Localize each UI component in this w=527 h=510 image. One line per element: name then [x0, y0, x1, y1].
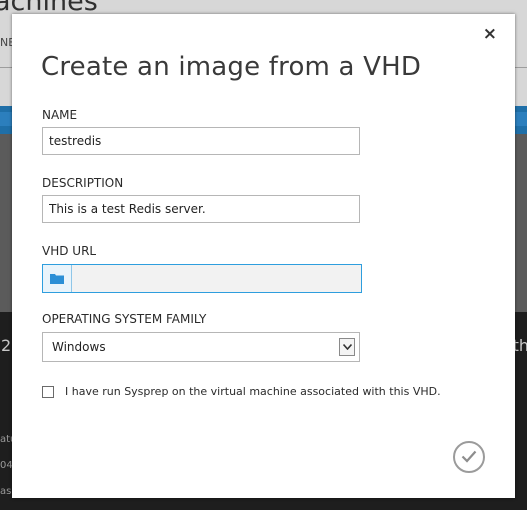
vhd-url-input[interactable]	[72, 265, 361, 292]
os-family-select[interactable]: Windows	[42, 332, 360, 362]
browse-storage-button[interactable]	[43, 265, 72, 292]
vhd-url-field	[42, 264, 362, 293]
chevron-down-icon[interactable]	[339, 338, 355, 356]
sysprep-checkbox[interactable]	[42, 385, 54, 398]
os-family-selected: Windows	[52, 340, 106, 354]
sysprep-row: I have run Sysprep on the virtual machin…	[42, 385, 441, 398]
description-input[interactable]	[42, 195, 360, 223]
background-row-3: as	[0, 486, 12, 497]
sysprep-label[interactable]: I have run Sysprep on the virtual machin…	[65, 385, 441, 398]
os-family-label: OPERATING SYSTEM FAMILY	[42, 312, 207, 326]
vhd-url-label: VHD URL	[42, 244, 97, 258]
name-label: NAME	[42, 108, 78, 122]
folder-icon	[50, 269, 64, 288]
create-image-dialog: × Create an image from a VHD NAME DESCRI…	[12, 14, 515, 498]
checkmark-icon	[461, 448, 477, 467]
description-label: DESCRIPTION	[42, 176, 124, 190]
background-chip-right	[515, 112, 527, 126]
close-button[interactable]: ×	[483, 24, 497, 44]
complete-button[interactable]	[453, 441, 485, 473]
background-left-number: 2	[1, 336, 12, 355]
dialog-title: Create an image from a VHD	[41, 52, 422, 82]
background-chip-left	[0, 112, 12, 126]
name-input[interactable]	[42, 127, 360, 155]
